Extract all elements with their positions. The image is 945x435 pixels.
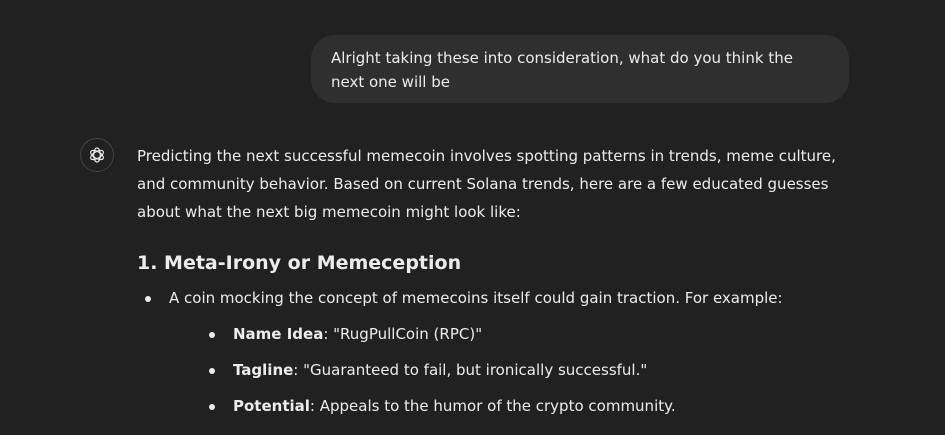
user-message-bubble: Alright taking these into consideration,… <box>311 35 849 103</box>
list-item-text: A coin mocking the concept of memecoins … <box>169 289 783 307</box>
sub-item-label: Tagline <box>233 361 294 379</box>
sub-item-text: : "Guaranteed to fail, but ironically su… <box>293 361 648 379</box>
sub-bullet-list: Name Idea: "RugPullCoin (RPC)" Tagline: … <box>169 322 857 418</box>
sub-list-item: Potential: Appeals to the humor of the c… <box>169 394 857 418</box>
bullet-dot-icon <box>209 332 215 338</box>
list-item: A coin mocking the concept of memecoins … <box>137 286 857 418</box>
sub-item-label: Potential <box>233 397 310 415</box>
bullet-dot-icon <box>209 404 215 410</box>
chat-page: Alright taking these into consideration,… <box>0 0 945 435</box>
assistant-message: Predicting the next successful memecoin … <box>137 142 857 418</box>
sub-item-text: : Appeals to the humor of the crypto com… <box>309 397 676 415</box>
sub-list-item: Tagline: "Guaranteed to fail, but ironic… <box>169 358 857 382</box>
bullet-dot-icon <box>209 368 215 374</box>
sub-item-label: Name Idea <box>233 325 324 343</box>
user-message-text: Alright taking these into consideration,… <box>331 49 793 91</box>
sub-list-item: Name Idea: "RugPullCoin (RPC)" <box>169 322 857 346</box>
bullet-dot-icon <box>145 296 151 302</box>
sub-item-text: : "RugPullCoin (RPC)" <box>323 325 483 343</box>
bullet-list: A coin mocking the concept of memecoins … <box>137 286 857 418</box>
section-heading: 1. Meta-Irony or Memeception <box>137 252 462 274</box>
openai-logo-icon <box>80 138 114 172</box>
assistant-intro-paragraph: Predicting the next successful memecoin … <box>137 147 836 221</box>
